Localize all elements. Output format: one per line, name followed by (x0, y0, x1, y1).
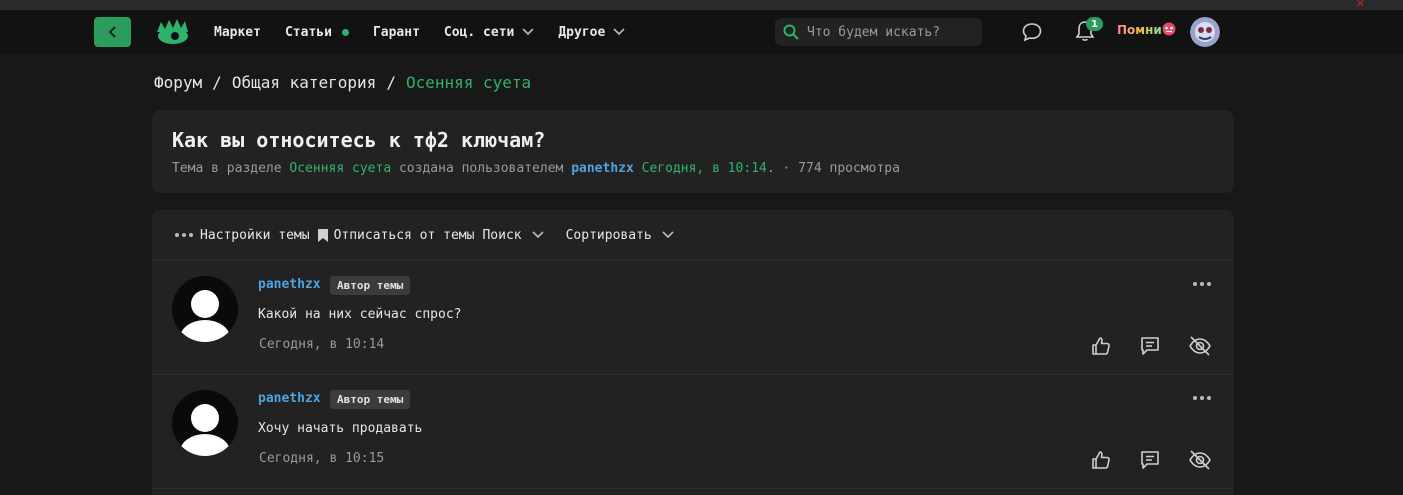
meta-views: · 774 просмотра (782, 161, 900, 176)
more-icon[interactable] (1192, 281, 1212, 287)
thread-settings-button[interactable]: Настройки темы (174, 228, 310, 243)
breadcrumb-separator: / (212, 73, 222, 92)
meta-mid: создана пользователем (398, 161, 564, 176)
breadcrumb-current[interactable]: Осенняя суета (406, 73, 531, 92)
breadcrumb: Форум / Общая категория / Осенняя суета (154, 73, 531, 92)
post-avatar[interactable] (172, 390, 238, 456)
meta-author-link[interactable]: panethzx (571, 161, 634, 176)
post-author[interactable]: panethzx (258, 277, 321, 292)
notification-badge: 1 (1086, 17, 1103, 31)
post-actions (1063, 335, 1212, 361)
back-arrow-icon (108, 26, 116, 38)
avatar-icon (180, 290, 230, 342)
menu-other-label: Другое (558, 24, 606, 40)
sort-button[interactable]: Сортировать (566, 228, 688, 243)
chevron-down-icon (613, 28, 625, 36)
quote-button[interactable] (1139, 335, 1161, 361)
chevron-down-icon (532, 231, 544, 239)
hide-button[interactable] (1188, 335, 1212, 361)
avatar-icon (180, 404, 230, 456)
browser-top-strip: ✕ (0, 0, 1403, 10)
close-icon[interactable]: ✕ (1356, 0, 1365, 10)
search-thread-label: Поиск (482, 227, 522, 243)
menu-articles[interactable]: Статьи (285, 25, 349, 40)
thread-header: Как вы относитесь к тф2 ключам? Тема в р… (152, 110, 1234, 193)
top-navbar: Маркет Статьи Гарант Соц. сети Другое 1 … (0, 10, 1403, 54)
post-actions (1063, 449, 1212, 475)
meta-prefix: Тема в разделе (172, 161, 282, 176)
user-emoji-icon (1162, 22, 1176, 36)
unsubscribe-button[interactable]: Отписаться от темы (317, 227, 475, 243)
main-menu: Маркет Статьи Гарант Соц. сети Другое (214, 10, 649, 54)
meta-section-link[interactable]: Осенняя суета (289, 161, 391, 176)
meta-created-time: Сегодня, в 10:14 (641, 161, 767, 176)
more-icon (175, 233, 193, 237)
hide-icon (1189, 450, 1211, 470)
breadcrumb-forum[interactable]: Форум (154, 73, 202, 92)
menu-social[interactable]: Соц. сети (444, 25, 534, 40)
unsubscribe-label: Отписаться от темы (333, 227, 475, 243)
menu-other[interactable]: Другое (558, 25, 625, 40)
thread-settings-label: Настройки темы (200, 227, 310, 243)
menu-guarantor[interactable]: Гарант (373, 25, 420, 40)
author-badge: Автор темы (330, 390, 411, 409)
menu-market[interactable]: Маркет (214, 25, 261, 40)
chat-icon[interactable] (1021, 21, 1043, 43)
author-badge: Автор темы (330, 276, 411, 295)
search-input[interactable] (807, 24, 967, 40)
post-time[interactable]: Сегодня, в 10:14 (259, 337, 384, 352)
quote-icon (1141, 337, 1159, 355)
like-icon (1092, 451, 1110, 469)
more-icon[interactable] (1192, 395, 1212, 401)
user-avatar[interactable] (1190, 17, 1220, 47)
post-author[interactable]: panethzx (258, 391, 321, 406)
sort-label: Сортировать (565, 227, 652, 243)
quote-icon (1141, 451, 1159, 469)
logo-icon[interactable] (155, 18, 191, 46)
hide-button[interactable] (1188, 449, 1212, 475)
post-avatar[interactable] (172, 276, 238, 342)
like-button[interactable] (1090, 449, 1112, 475)
bookmark-icon (317, 228, 328, 242)
breadcrumb-category[interactable]: Общая категория (232, 73, 377, 92)
chevron-down-icon (522, 28, 534, 36)
like-icon (1092, 337, 1110, 355)
menu-social-label: Соц. сети (443, 24, 515, 40)
breadcrumb-separator: / (386, 73, 396, 92)
current-username[interactable]: Помни (1117, 23, 1162, 37)
back-button[interactable] (94, 17, 131, 47)
menu-articles-label: Статьи (284, 24, 332, 40)
menu-guarantor-label: Гарант (372, 24, 420, 40)
like-button[interactable] (1090, 335, 1112, 361)
quote-button[interactable] (1139, 449, 1161, 475)
avatar-icon (1190, 17, 1220, 47)
post-text: Хочу начать продавать (258, 421, 423, 436)
meta-period: . (766, 161, 775, 176)
search-thread-button[interactable]: Поиск (482, 228, 557, 243)
hide-icon (1189, 336, 1211, 356)
chevron-down-icon (662, 231, 674, 239)
thread-meta: Тема в разделе Осенняя суета создана пол… (172, 161, 1214, 176)
thread-toolbar: Настройки темы Отписаться от темы Поиск … (152, 210, 1234, 261)
search-icon (783, 24, 799, 40)
page-title: Как вы относитесь к тф2 ключам? (172, 128, 546, 152)
search-box (775, 18, 982, 46)
menu-market-label: Маркет (214, 24, 261, 40)
posts-card: Настройки темы Отписаться от темы Поиск … (152, 210, 1234, 495)
post-time[interactable]: Сегодня, в 10:15 (259, 451, 384, 466)
post-item: panethzx Автор темы Хочу начать продават… (152, 375, 1234, 489)
post-text: Какой на них сейчас спрос? (258, 307, 462, 322)
post-item: panethzx Автор темы Какой на них сейчас … (152, 261, 1234, 375)
new-dot-icon (341, 28, 349, 36)
